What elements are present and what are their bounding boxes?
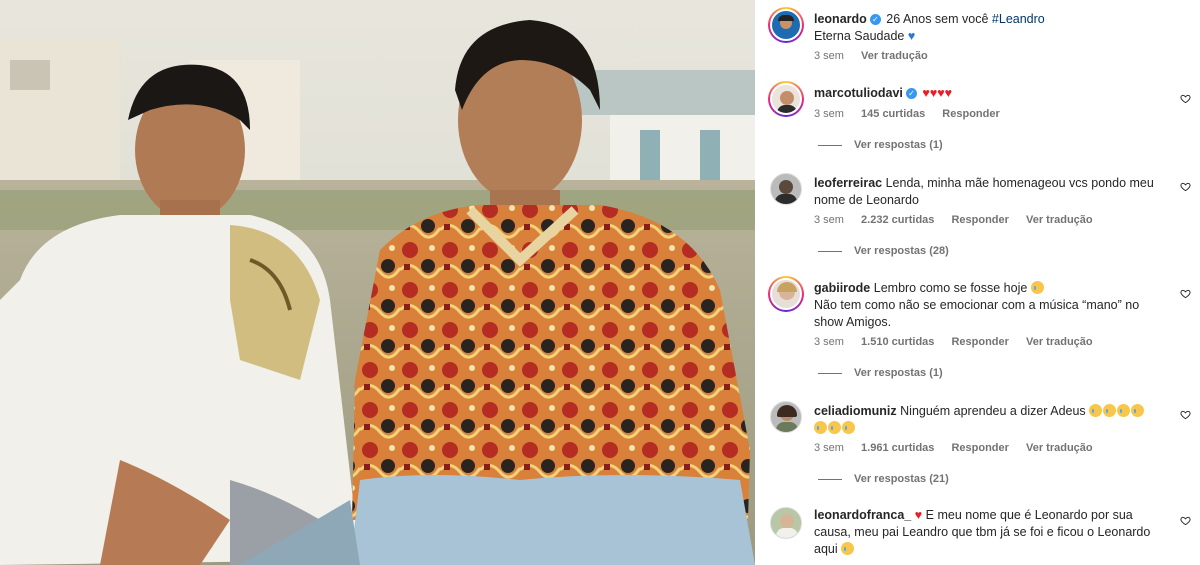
caption-time[interactable]: 3 sem bbox=[814, 50, 844, 62]
comment-meta: 3 sem 1.510 curtidas Responder Ver tradu… bbox=[814, 335, 1107, 349]
translate-link[interactable]: Ver tradução bbox=[861, 50, 928, 62]
comment-body: Ninguém aprendeu a dizer Adeus bbox=[900, 404, 1086, 418]
heart-outline-icon[interactable] bbox=[1180, 288, 1191, 299]
avatar[interactable] bbox=[768, 7, 804, 43]
like-count[interactable]: 1.510 curtidas bbox=[861, 336, 934, 348]
comment-body-line1: Lembro como se fosse hoje bbox=[873, 281, 1028, 295]
caption-username[interactable]: leonardo bbox=[814, 12, 867, 26]
translate-link[interactable]: Ver tradução bbox=[1026, 336, 1093, 348]
comment-time[interactable]: 3 sem bbox=[814, 336, 844, 348]
comment-meta: 3 sem 145 curtidas Responder bbox=[814, 107, 1014, 121]
avatar[interactable] bbox=[770, 401, 802, 433]
view-replies-label: Ver respostas (1) bbox=[854, 367, 943, 379]
view-replies-label: Ver respostas (1) bbox=[854, 139, 943, 151]
view-replies-button[interactable]: Ver respostas (1) bbox=[818, 138, 943, 152]
comment-text: celiadiomuniz Ninguém aprendeu a dizer A… bbox=[814, 403, 1159, 437]
reply-button[interactable]: Responder bbox=[951, 442, 1008, 454]
comment-meta: 3 sem 1.961 curtidas Responder Ver tradu… bbox=[814, 441, 1107, 455]
view-replies-label: Ver respostas (28) bbox=[854, 245, 949, 257]
heart-outline-icon[interactable] bbox=[1180, 409, 1191, 420]
avatar[interactable] bbox=[768, 81, 804, 117]
caption-body: 26 Anos sem você bbox=[886, 12, 989, 26]
comment-body-line2: Não tem como não se emocionar com a músi… bbox=[814, 298, 1140, 329]
comment-username[interactable]: marcotuliodavi bbox=[814, 86, 903, 100]
caption-meta: 3 sem Ver tradução bbox=[814, 49, 942, 63]
verified-badge-icon: ✓ bbox=[869, 14, 881, 25]
heart-outline-icon[interactable] bbox=[1180, 93, 1191, 104]
view-replies-button[interactable]: Ver respostas (1) bbox=[818, 366, 943, 380]
comment-username[interactable]: celiadiomuniz bbox=[814, 404, 897, 418]
view-replies-label: Ver respostas (21) bbox=[854, 473, 949, 485]
heart-outline-icon[interactable] bbox=[1180, 515, 1191, 526]
divider bbox=[818, 250, 842, 252]
comment-text: gabiirode Lembro como se fosse hoje Não … bbox=[814, 280, 1159, 331]
verified-badge-icon: ✓ bbox=[905, 88, 917, 99]
like-count[interactable]: 1.961 curtidas bbox=[861, 442, 934, 454]
divider bbox=[818, 478, 842, 480]
comment-time[interactable]: 3 sem bbox=[814, 108, 844, 120]
view-replies-button[interactable]: Ver respostas (28) bbox=[818, 244, 949, 258]
comment-username[interactable]: gabiirode bbox=[814, 281, 870, 295]
blue-heart-icon: ♥ bbox=[907, 29, 916, 43]
comment-meta: 3 sem 2.232 curtidas Responder Ver tradu… bbox=[814, 213, 1107, 227]
divider bbox=[818, 144, 842, 146]
avatar[interactable] bbox=[770, 507, 802, 539]
avatar[interactable] bbox=[768, 276, 804, 312]
avatar[interactable] bbox=[770, 173, 802, 205]
caption-text: leonardo ✓ 26 Anos sem você #Leandro Eter… bbox=[814, 11, 1159, 45]
comment-text: marcotuliodavi ✓ ♥♥♥♥ bbox=[814, 85, 1159, 102]
comment-time[interactable]: 3 sem bbox=[814, 442, 844, 454]
divider bbox=[818, 372, 842, 374]
caption-hashtag[interactable]: #Leandro bbox=[992, 12, 1045, 26]
reply-button[interactable]: Responder bbox=[942, 108, 999, 120]
crying-face-icon bbox=[1030, 281, 1044, 294]
comment-time[interactable]: 3 sem bbox=[814, 214, 844, 226]
translate-link[interactable]: Ver tradução bbox=[1026, 442, 1093, 454]
crying-face-icon bbox=[841, 542, 855, 555]
heart-outline-icon[interactable] bbox=[1180, 181, 1191, 192]
view-replies-button[interactable]: Ver respostas (21) bbox=[818, 472, 949, 486]
red-heart-icon: ♥ bbox=[914, 508, 923, 522]
comment-text: leonardofranca_ ♥ E meu nome que é Leona… bbox=[814, 507, 1159, 558]
post-photo[interactable] bbox=[0, 0, 755, 565]
comment-text: leoferreirac Lenda, minha mãe homenageou… bbox=[814, 175, 1159, 209]
caption-line2: Eterna Saudade bbox=[814, 29, 905, 43]
red-heart-icon: ♥♥♥♥ bbox=[922, 86, 953, 100]
like-count[interactable]: 145 curtidas bbox=[861, 108, 925, 120]
translate-link[interactable]: Ver tradução bbox=[1026, 214, 1093, 226]
like-count[interactable]: 2.232 curtidas bbox=[861, 214, 934, 226]
comment-username[interactable]: leoferreirac bbox=[814, 176, 882, 190]
comment-username[interactable]: leonardofranca_ bbox=[814, 508, 911, 522]
reply-button[interactable]: Responder bbox=[951, 214, 1008, 226]
reply-button[interactable]: Responder bbox=[951, 336, 1008, 348]
